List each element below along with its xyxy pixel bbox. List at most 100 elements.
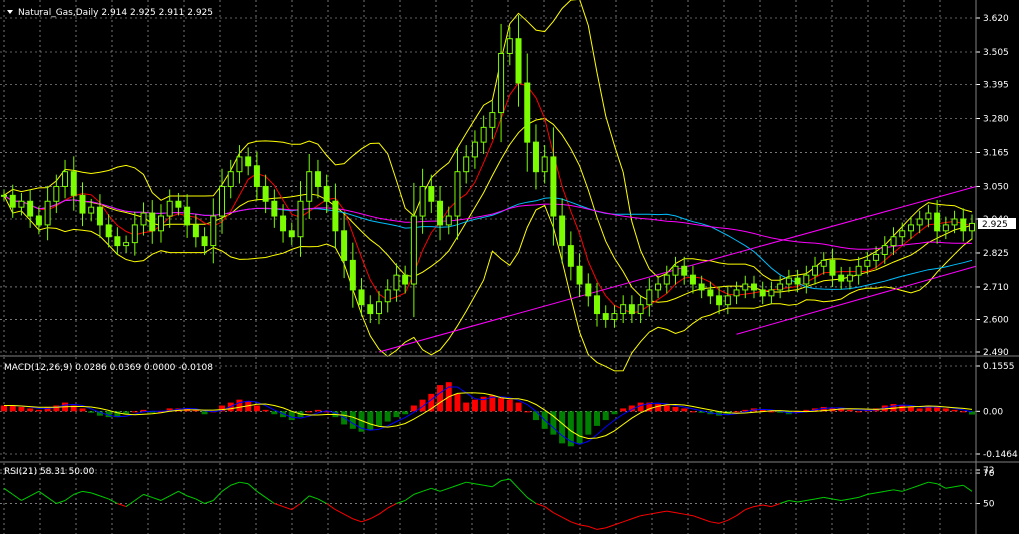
main-y-tick-label: 3.165 — [983, 148, 1009, 158]
macd-histogram-bar — [288, 411, 295, 421]
rsi-line-segment — [483, 484, 493, 488]
candle-body — [689, 274, 696, 285]
rsi-line-segment — [553, 512, 563, 518]
candle-body — [157, 215, 164, 232]
candle-body — [541, 156, 548, 173]
candle-body — [655, 283, 662, 291]
candle-body — [271, 200, 278, 217]
candle-body — [288, 230, 295, 238]
macd-histogram-bar — [506, 399, 513, 412]
rsi-line-segment — [588, 525, 598, 530]
candle-body — [907, 224, 914, 232]
candle-body — [846, 274, 853, 282]
macd-histogram-bar — [960, 411, 967, 413]
rsi-line-segment — [753, 504, 763, 508]
rsi-line-segment — [387, 503, 397, 509]
macd-histogram-bar — [201, 411, 208, 415]
candles — [1, 15, 975, 328]
candle-body — [733, 289, 740, 297]
candle-body — [70, 171, 77, 196]
rsi-line-segment — [186, 495, 197, 500]
candle-body — [53, 185, 60, 202]
rsi-line-segment — [178, 490, 188, 497]
macd-histogram-bar — [515, 402, 522, 412]
macd-y-tick-label: -0.1464 — [983, 450, 1018, 460]
rsi-line-segment — [448, 484, 458, 489]
rsi-line-segment — [352, 518, 362, 523]
candle-body — [184, 206, 191, 226]
candle-body — [829, 259, 836, 276]
candle-body — [942, 224, 949, 232]
chart-canvas: 3.6203.5053.3953.2803.1653.0502.9402.825… — [0, 0, 1019, 534]
rsi-line-segment — [169, 490, 179, 497]
rsi-line-segment — [954, 484, 964, 488]
rsi-line-segment — [788, 499, 798, 503]
candle-body — [681, 265, 688, 276]
macd-histogram-bar — [846, 409, 853, 412]
candle-body — [812, 265, 819, 276]
main-header-text: Natural_Gas,Daily 2.914 2.925 2.911 2.92… — [18, 8, 213, 18]
rsi-line-segment — [623, 518, 633, 523]
macd-histogram-bar — [663, 405, 670, 412]
rsi-line-segment — [902, 487, 912, 492]
price-tag-text: 2.925 — [982, 220, 1008, 230]
candle-body — [794, 277, 801, 285]
rsi-line-segment — [884, 489, 894, 492]
triangle-down-icon[interactable] — [7, 10, 13, 14]
candle-body — [18, 200, 25, 208]
rsi-line-segment — [3, 487, 14, 495]
candle-body — [35, 215, 42, 226]
candle-body — [219, 185, 226, 217]
main-header[interactable]: Natural_Gas,Daily 2.914 2.925 2.911 2.92… — [7, 8, 213, 18]
candle-body — [454, 171, 461, 217]
main-y-tick-label: 3.050 — [983, 182, 1009, 192]
macd-histogram-bar — [733, 411, 740, 413]
rsi-line-segment — [247, 483, 258, 492]
rsi-line-segment — [849, 496, 859, 500]
rsi-line-segment — [736, 509, 746, 517]
candle-body — [881, 245, 888, 255]
macd-histogram-bar — [951, 409, 958, 412]
rsi-line-segment — [727, 515, 737, 521]
rsi-line-segment — [631, 515, 641, 520]
macd-histogram-bar — [524, 411, 531, 413]
macd-histogram-bar — [532, 411, 539, 421]
macd-histogram-bar — [942, 408, 949, 412]
macd-header-text: MACD(12,26,9) 0.0286 0.0369 0.0000 -0.01… — [4, 363, 213, 373]
candle-body — [934, 212, 941, 232]
candle-body — [297, 200, 304, 238]
rsi-line-segment — [762, 504, 772, 508]
candle-body — [524, 82, 531, 143]
candle-body — [428, 185, 435, 202]
candle-body — [506, 38, 513, 54]
candle-body — [253, 165, 260, 187]
rsi-line-segment — [117, 503, 127, 508]
macd-histogram-bar — [314, 409, 321, 412]
main-y-axis: 3.6203.5053.3953.2803.1653.0502.9402.825… — [976, 14, 1009, 358]
candle-body — [245, 156, 252, 167]
main-price-pane: 3.6203.5053.3953.2803.1653.0502.9402.825… — [0, 0, 1016, 372]
candle-body — [9, 194, 16, 208]
candle-body — [759, 289, 766, 297]
macd-histogram-bar — [9, 405, 16, 412]
rsi-line-segment — [910, 484, 920, 489]
rsi-line-segment — [962, 484, 973, 492]
rsi-line-segment — [195, 498, 205, 504]
candle-body — [777, 283, 784, 291]
rsi-line-segment — [858, 493, 868, 498]
candle-body — [192, 224, 199, 238]
rsi-line-segment — [718, 519, 728, 524]
rsi-line-segment — [710, 521, 720, 524]
rsi-line-segment — [335, 509, 345, 515]
bollinger-middle-line — [3, 117, 973, 303]
rsi-line-segment — [832, 498, 842, 501]
rsi-line-segment — [771, 503, 781, 508]
macd-histogram-bar — [689, 411, 696, 413]
rsi-line-segment — [265, 497, 275, 504]
macd-histogram-bar — [855, 411, 862, 413]
rsi-line-segment — [893, 489, 903, 492]
macd-histogram-bar — [585, 411, 592, 435]
rsi-line-segment — [535, 503, 545, 508]
macd-histogram-bar — [18, 406, 25, 412]
rsi-line-segment — [474, 483, 484, 486]
